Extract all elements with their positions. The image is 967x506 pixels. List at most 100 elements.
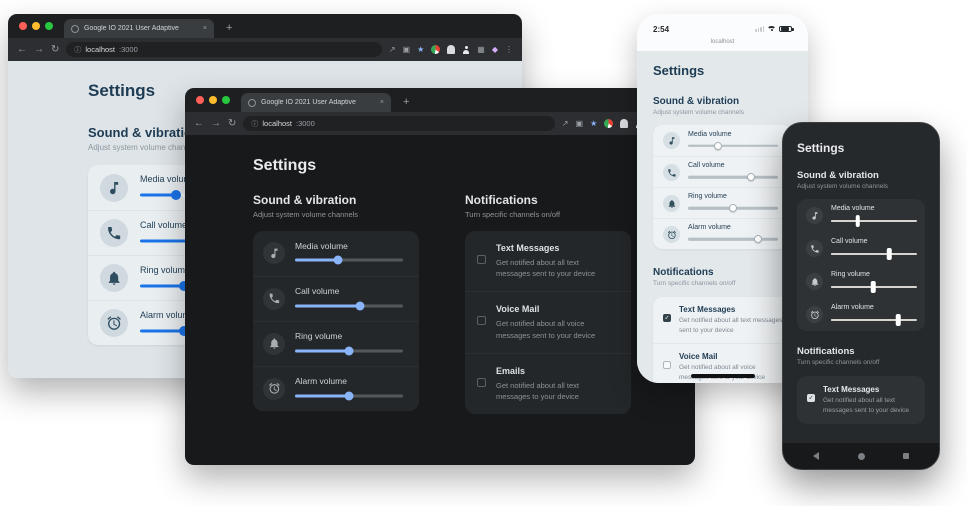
back-icon[interactable]: ← <box>194 119 204 129</box>
profile-avatar-icon[interactable] <box>462 46 470 54</box>
music-note-icon <box>100 174 128 202</box>
volume-row-call: Call volume <box>797 232 925 265</box>
notif-title: Text Messages <box>823 385 919 394</box>
slider-thumb[interactable] <box>345 391 354 400</box>
ring-volume-slider[interactable] <box>831 281 917 293</box>
site-info-icon[interactable]: ⓘ <box>251 119 258 129</box>
slider-thumb[interactable] <box>855 215 860 227</box>
zoom-window-button[interactable] <box>45 22 53 30</box>
media-volume-slider[interactable] <box>688 141 778 151</box>
extension-colorwheel-icon[interactable] <box>604 119 613 128</box>
browser-tab[interactable]: Google IO 2021 User Adaptive × <box>241 93 391 112</box>
tab-title: Google IO 2021 User Adaptive <box>261 99 375 106</box>
tab-favicon-icon <box>248 99 256 107</box>
open-in-new-icon[interactable]: ↗ <box>389 46 396 54</box>
bell-icon <box>263 333 285 355</box>
slider-label: Alarm volume <box>688 224 778 231</box>
new-tab-button[interactable]: + <box>226 23 232 34</box>
ring-volume-slider[interactable] <box>295 345 403 356</box>
slider-thumb[interactable] <box>747 173 755 181</box>
browser-menu-icon[interactable]: ⋮ <box>505 46 513 54</box>
minimize-window-button[interactable] <box>32 22 40 30</box>
address-bar[interactable]: ⓘ localhost :3000 <box>243 116 554 131</box>
notifications-card: Text Messages Get notified about all tex… <box>465 231 631 415</box>
tab-title: Google IO 2021 User Adaptive <box>84 25 198 32</box>
reload-icon[interactable]: ↻ <box>228 119 236 129</box>
slider-thumb[interactable] <box>729 204 737 212</box>
extension-ghost-icon[interactable] <box>447 45 455 54</box>
nav-recents-icon[interactable] <box>903 453 909 459</box>
notifications-card: Text Messages Get notified about all tex… <box>653 297 792 383</box>
slider-thumb[interactable] <box>345 346 354 355</box>
browser-toolbar: ← → ↻ ⓘ localhost :3000 ↗ ▣ ★ ▦ ◆ ⋮ <box>8 38 522 61</box>
close-tab-icon[interactable]: × <box>380 99 384 106</box>
slider-thumb[interactable] <box>871 281 876 293</box>
browser-tab[interactable]: Google IO 2021 User Adaptive × <box>64 19 214 38</box>
slider-thumb[interactable] <box>171 190 181 200</box>
notifications-subheading: Turn specific channels on/off <box>465 210 631 220</box>
music-note-icon <box>663 132 680 149</box>
tab-strip: Google IO 2021 User Adaptive × + <box>8 14 522 38</box>
call-volume-slider[interactable] <box>295 300 403 311</box>
open-in-new-icon[interactable]: ↗ <box>562 120 569 128</box>
text-messages-checkbox[interactable] <box>807 394 815 402</box>
browser-window-dark: Google IO 2021 User Adaptive × + ← → ↻ ⓘ… <box>185 88 695 465</box>
zoom-window-button[interactable] <box>222 96 230 104</box>
settings-page-phone-dark: Settings Sound & vibration Adjust system… <box>783 123 939 424</box>
notifications-card: Text Messages Get notified about all tex… <box>797 376 925 425</box>
bookmark-star-icon[interactable]: ★ <box>590 120 597 128</box>
ring-volume-slider[interactable] <box>688 203 778 213</box>
notif-desc: Get notified about all text messages sen… <box>679 316 783 336</box>
media-volume-slider[interactable] <box>295 255 403 266</box>
new-tab-button[interactable]: + <box>403 97 409 108</box>
site-info-icon[interactable]: ⓘ <box>74 45 81 55</box>
alarm-volume-slider[interactable] <box>688 234 778 244</box>
extension-grid-icon[interactable]: ▦ <box>477 46 485 54</box>
emails-checkbox[interactable] <box>477 378 486 387</box>
forward-icon[interactable]: → <box>211 119 221 129</box>
notif-desc: Get notified about all voice messages se… <box>496 318 614 341</box>
minimize-window-button[interactable] <box>209 96 217 104</box>
alarm-volume-slider[interactable] <box>831 314 917 326</box>
window-controls <box>196 96 230 104</box>
call-volume-slider[interactable] <box>831 248 917 260</box>
forward-icon[interactable]: → <box>34 45 44 55</box>
call-volume-slider[interactable] <box>688 172 778 182</box>
slider-thumb[interactable] <box>887 248 892 260</box>
cellular-signal-icon <box>755 26 764 32</box>
collections-icon[interactable]: ▣ <box>403 46 411 54</box>
status-icons <box>755 26 792 33</box>
mobile-address-bar[interactable]: localhost <box>637 36 808 51</box>
slider-thumb[interactable] <box>714 142 722 150</box>
text-messages-checkbox[interactable] <box>477 255 486 264</box>
voice-mail-checkbox[interactable] <box>477 316 486 325</box>
close-tab-icon[interactable]: × <box>203 25 207 32</box>
slider-thumb[interactable] <box>896 314 901 326</box>
slider-thumb[interactable] <box>355 301 364 310</box>
slider-label: Call volume <box>831 238 917 245</box>
android-nav-bar <box>783 443 939 469</box>
collections-icon[interactable]: ▣ <box>576 120 584 128</box>
close-window-button[interactable] <box>196 96 204 104</box>
text-messages-checkbox[interactable] <box>663 314 671 322</box>
extension-colorwheel-icon[interactable] <box>431 45 440 54</box>
notifications-heading: Notifications <box>653 267 792 278</box>
extension-ghost-icon[interactable] <box>620 119 628 128</box>
slider-thumb[interactable] <box>754 235 762 243</box>
alarm-volume-slider[interactable] <box>295 390 403 401</box>
bookmark-star-icon[interactable]: ★ <box>417 46 424 54</box>
nav-back-icon[interactable] <box>813 452 819 460</box>
extension-diamond-icon[interactable]: ◆ <box>492 46 498 54</box>
notif-row-text-messages: Text Messages Get notified about all tex… <box>465 231 631 292</box>
slider-thumb[interactable] <box>334 256 343 265</box>
page-title: Settings <box>797 141 925 155</box>
alarm-clock-icon <box>663 226 680 243</box>
close-window-button[interactable] <box>19 22 27 30</box>
voice-mail-checkbox[interactable] <box>663 361 671 369</box>
media-volume-slider[interactable] <box>831 215 917 227</box>
nav-home-icon[interactable] <box>858 453 865 460</box>
address-bar[interactable]: ⓘ localhost :3000 <box>66 42 381 57</box>
back-icon[interactable]: ← <box>17 45 27 55</box>
reload-icon[interactable]: ↻ <box>51 45 59 55</box>
home-indicator[interactable] <box>691 374 755 378</box>
